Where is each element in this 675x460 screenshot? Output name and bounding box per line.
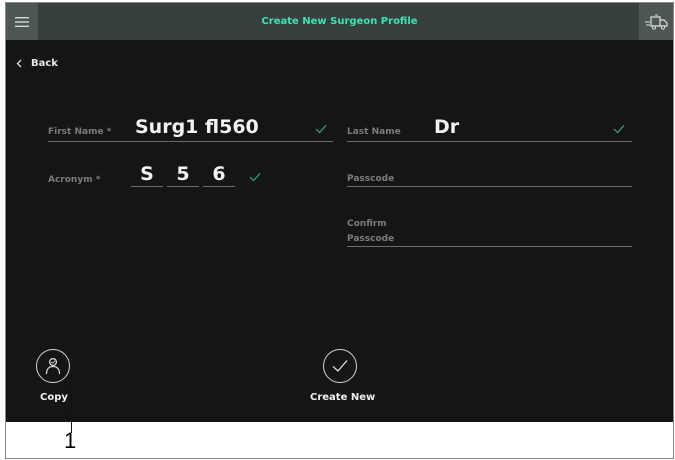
last-name-underline [347,141,632,142]
first-name-label: First Name * [48,127,112,137]
last-name-value: Dr [434,116,460,138]
acronym-underline-2 [167,186,199,187]
acronym-letter-1[interactable]: S [131,163,163,185]
user-copy-icon [45,357,61,375]
callout-leader-line [71,370,72,433]
hamburger-menu-icon [15,16,29,27]
confirm-passcode-underline [347,246,632,247]
chevron-left-icon [16,59,22,68]
acronym-label: Acronym * [48,175,101,185]
confirm-passcode-label-line2: Passcode [347,234,395,244]
acronym-underline-3 [203,186,235,187]
last-name-label: Last Name [347,127,401,137]
acronym-underline-1 [131,186,163,187]
acronym-letter-3[interactable]: 6 [203,163,235,185]
first-name-underline [48,141,333,142]
checkmark-circle-icon [332,360,348,372]
back-button[interactable]: Back [16,58,58,69]
acronym-check-icon [249,173,261,182]
copy-label: Copy [40,392,68,403]
app-screen: Create New Surgeon Profile Back First Na… [6,3,673,422]
transfer-button[interactable] [639,3,673,40]
acronym-letter-2[interactable]: 5 [167,163,199,185]
back-label: Back [31,58,58,69]
create-new-label: Create New [310,392,376,403]
title-bar: Create New Surgeon Profile [6,3,673,40]
confirm-passcode-label-line1: Confirm [347,219,387,229]
passcode-underline [347,186,632,187]
truck-transfer-icon [645,14,668,30]
last-name-check-icon [613,125,625,134]
create-new-circle[interactable] [323,349,357,383]
page-title: Create New Surgeon Profile [261,16,418,27]
menu-button[interactable] [6,3,38,40]
copy-circle[interactable] [36,349,70,383]
first-name-check-icon [315,125,327,134]
callout-number: 1 [64,428,77,453]
passcode-label: Passcode [347,174,395,184]
first-name-value: Surg1 fl560 [135,116,259,138]
